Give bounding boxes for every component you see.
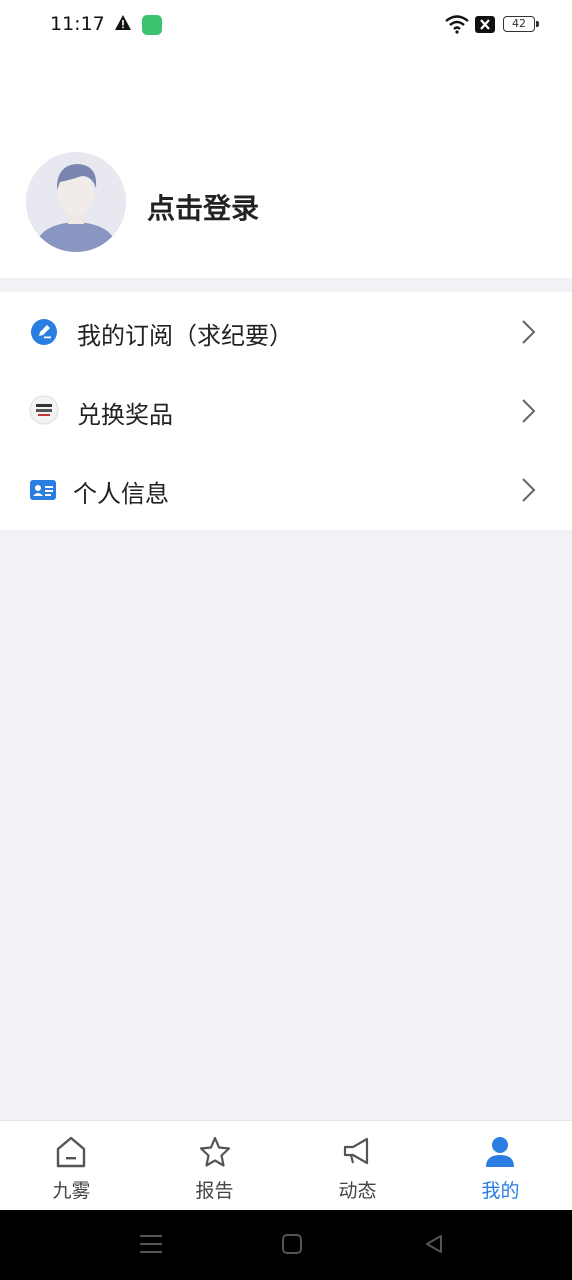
tab-mine[interactable]: 我的	[429, 1121, 572, 1211]
warning-icon	[114, 14, 132, 36]
home-square-icon[interactable]	[282, 1234, 302, 1258]
chevron-right-icon	[518, 318, 538, 350]
tab-home[interactable]: 九雾	[0, 1121, 143, 1211]
battery-nub	[536, 21, 539, 27]
menu-list: 我的订阅（求纪要） 兑换奖品 个人信息	[0, 292, 572, 530]
battery-icon: 42	[503, 16, 535, 32]
chevron-right-icon	[518, 397, 538, 429]
id-card-icon	[30, 480, 56, 504]
menu-item-label: 我的订阅（求纪要）	[77, 322, 293, 350]
edit-circle-icon	[31, 319, 57, 349]
profile-header[interactable]: 点击登录	[0, 52, 572, 278]
menu-item-subscription[interactable]: 我的订阅（求纪要）	[0, 292, 572, 371]
no-signal-icon	[475, 16, 495, 33]
tab-label: 九雾	[52, 1180, 91, 1202]
system-navigation-bar	[0, 1210, 572, 1280]
tab-news[interactable]: 动态	[286, 1121, 429, 1211]
chevron-right-icon	[518, 476, 538, 508]
wifi-icon	[444, 14, 470, 38]
megaphone-icon	[341, 1135, 373, 1173]
tab-label: 我的	[481, 1180, 520, 1202]
menu-item-personal-info[interactable]: 个人信息	[0, 450, 572, 529]
menu-item-label: 个人信息	[73, 480, 169, 508]
status-bar: 11:17 42	[0, 0, 572, 52]
user-icon	[484, 1135, 516, 1173]
tab-label: 报告	[195, 1180, 234, 1202]
back-icon[interactable]	[424, 1234, 444, 1258]
tab-label: 动态	[338, 1180, 377, 1202]
login-prompt[interactable]: 点击登录	[147, 187, 259, 227]
bottom-tab-bar: 九雾 报告 动态 我的	[0, 1120, 572, 1211]
status-time: 11:17	[50, 13, 105, 35]
default-avatar-icon[interactable]	[26, 152, 126, 252]
tab-reports[interactable]: 报告	[143, 1121, 286, 1211]
gift-logo-icon	[29, 395, 59, 429]
app-notification-icon	[142, 15, 162, 35]
home-icon	[55, 1135, 87, 1173]
menu-item-label: 兑换奖品	[77, 401, 173, 429]
star-icon	[198, 1135, 232, 1173]
menu-item-redeem[interactable]: 兑换奖品	[0, 371, 572, 450]
menu-icon[interactable]	[140, 1234, 162, 1258]
